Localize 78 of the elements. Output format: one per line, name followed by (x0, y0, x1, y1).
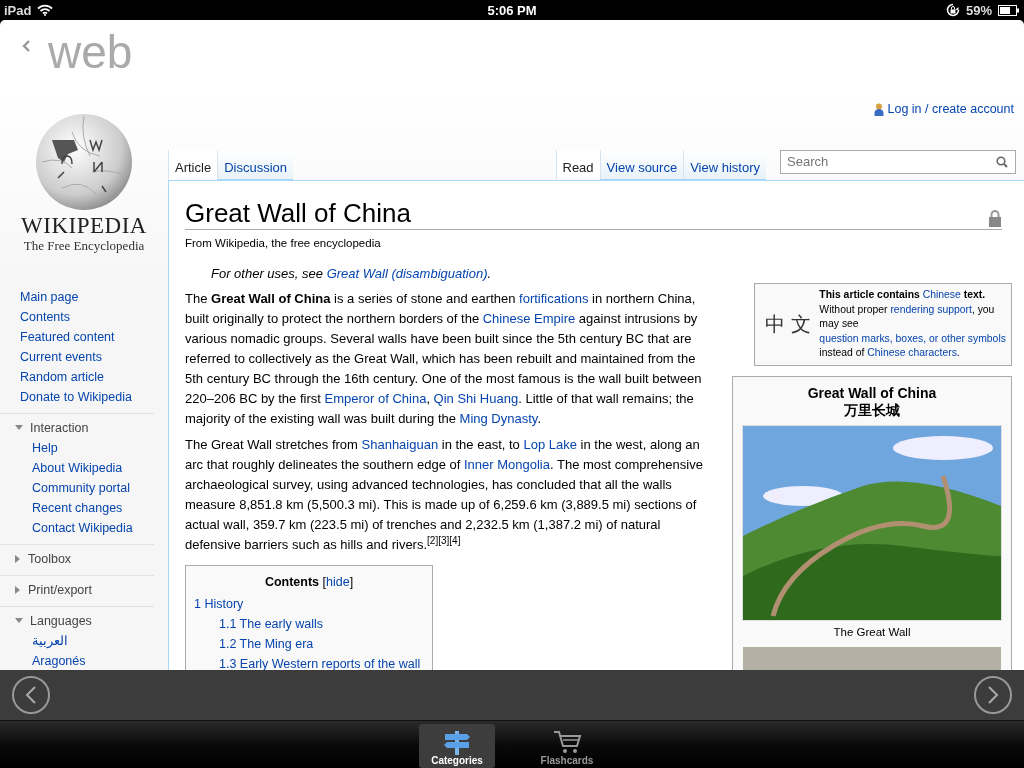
link[interactable]: Great Wall (disambiguation) (326, 266, 488, 281)
page-tab[interactable]: View source (599, 150, 684, 180)
user-icon (873, 102, 884, 116)
sidebar-link[interactable]: Community portal (32, 478, 130, 498)
page-tab[interactable]: View history (683, 150, 766, 180)
link[interactable]: hide (326, 575, 350, 589)
sidebar-link[interactable]: About Wikipedia (32, 458, 123, 478)
sidebar-link[interactable]: العربية (32, 631, 68, 651)
triangle-right-icon[interactable] (14, 554, 22, 564)
article-title: Great Wall of China (185, 197, 411, 229)
carrier-label: iPad (4, 2, 32, 18)
search-icon[interactable] (996, 155, 1008, 168)
toc-entry-link[interactable]: 1.1 The early walls (219, 614, 323, 634)
link[interactable]: Chinese characters (867, 347, 957, 359)
sidebar-section-toggle[interactable]: Languages (30, 614, 92, 628)
rotation-lock-icon (945, 3, 960, 17)
link[interactable]: Chinese (922, 289, 961, 300)
sidebar-section-toggle[interactable]: Print/export (28, 583, 92, 597)
sidebar-link[interactable]: Random article (20, 367, 105, 387)
paragraph: The Great Wall of China is a series of stone and earthen fortifications in northern China, built originally to protect the northern borders of the Chinese Empire against intrusions by various nomadic groups. Several walls have been built since the 5th century BC that are referred to collectively as the Great Wall, which has been rebuilt and maintained from the 5th century BC through the 16th century. One of the most famous is the wall built between 220–206 BC by the first Emperor of China, Qin Shi Huang. Little of that wall remains; the majority of the existing wall was built during the Ming Dynasty. (185, 290, 703, 428)
infobox-subtitle: 万里长城 (844, 401, 900, 419)
page-tab[interactable]: Article (168, 150, 218, 180)
wifi-icon (37, 4, 54, 16)
tab-bar-item[interactable]: Categories (419, 724, 495, 768)
page-title: web (48, 26, 133, 78)
search-field[interactable]: Search (780, 149, 1016, 174)
login-link[interactable]: Log in / create account (873, 102, 1014, 116)
photo-caption: The Great Wall (833, 624, 911, 640)
triangle-down-icon[interactable] (14, 617, 24, 625)
sidebar-link[interactable]: Help (32, 438, 58, 458)
next-button[interactable] (974, 676, 1012, 714)
notice-text: This article contains Chinese text. Without proper rendering support, you may see question marks, boxes, or other symbols instead of Chinese characters. (819, 288, 1007, 361)
chinese-characters-glyph: 中 文 (765, 311, 812, 338)
article-tagline: From Wikipedia, the free encyclopedia (185, 236, 382, 251)
sidebar-link[interactable]: Main page (20, 287, 79, 307)
link[interactable]: fortifications (519, 291, 589, 306)
link[interactable]: Shanhaiguan (361, 437, 439, 452)
signpost-icon (442, 729, 472, 755)
page-tab[interactable]: Discussion (217, 150, 293, 180)
battery-percentage: 59% (965, 2, 992, 18)
link[interactable]: rendering (890, 303, 938, 315)
triangle-right-icon[interactable] (14, 585, 22, 595)
battery-icon (998, 4, 1020, 16)
infobox-title: Great Wall of China (807, 384, 937, 402)
sidebar-link[interactable]: Contact Wikipedia (32, 518, 133, 538)
sidebar-link[interactable]: Contents (20, 307, 71, 327)
sidebar-section-toggle[interactable]: Toolbox (28, 552, 72, 566)
sidebar-link[interactable]: Donate to Wikipedia (20, 387, 132, 407)
previous-button[interactable] (12, 676, 50, 714)
sidebar-link[interactable]: Featured content (20, 327, 115, 347)
tab-bar-item[interactable]: Flashcards (529, 724, 605, 768)
page-tab[interactable]: Read (555, 150, 600, 180)
footnote-link[interactable]: [4] (449, 534, 461, 546)
link[interactable]: marks, boxes, or other symbols (861, 332, 1006, 344)
sidebar-link[interactable]: Aragonés (32, 651, 86, 670)
link[interactable]: support (937, 303, 972, 315)
link[interactable]: question (819, 332, 862, 344)
contents-heading: Contents [hide] (263, 574, 355, 591)
toc-entry-link[interactable]: 1 History (194, 594, 244, 614)
link[interactable]: Inner Mongolia (463, 457, 550, 472)
clock-time: 5:06 PM (487, 2, 537, 18)
chevron-left-icon (21, 39, 31, 53)
toc-entry-link[interactable]: 1.3 Early Western reports of the wall (219, 654, 421, 670)
sidebar-link[interactable]: Current events (20, 347, 102, 367)
triangle-down-icon[interactable] (14, 424, 24, 432)
sidebar-link[interactable]: Recent changes (32, 498, 123, 518)
hatnote: For other uses, see Great Wall (disambiguation). (210, 265, 493, 283)
link[interactable]: Lop Lake (523, 437, 577, 452)
chevron-right-icon (986, 685, 1000, 705)
chevron-left-icon (24, 685, 38, 705)
logo-wordmark: WIKIPEDIA (21, 214, 147, 238)
back-button[interactable] (20, 38, 32, 54)
logo-tagline: The Free Encyclopedia (23, 238, 145, 254)
cart-icon (552, 729, 582, 755)
padlock-icon (988, 209, 1002, 227)
toc-entry-link[interactable]: 1.2 The Ming era (219, 634, 314, 654)
sidebar-section-toggle[interactable]: Interaction (30, 421, 89, 435)
link[interactable]: Chinese Empire (482, 311, 576, 326)
